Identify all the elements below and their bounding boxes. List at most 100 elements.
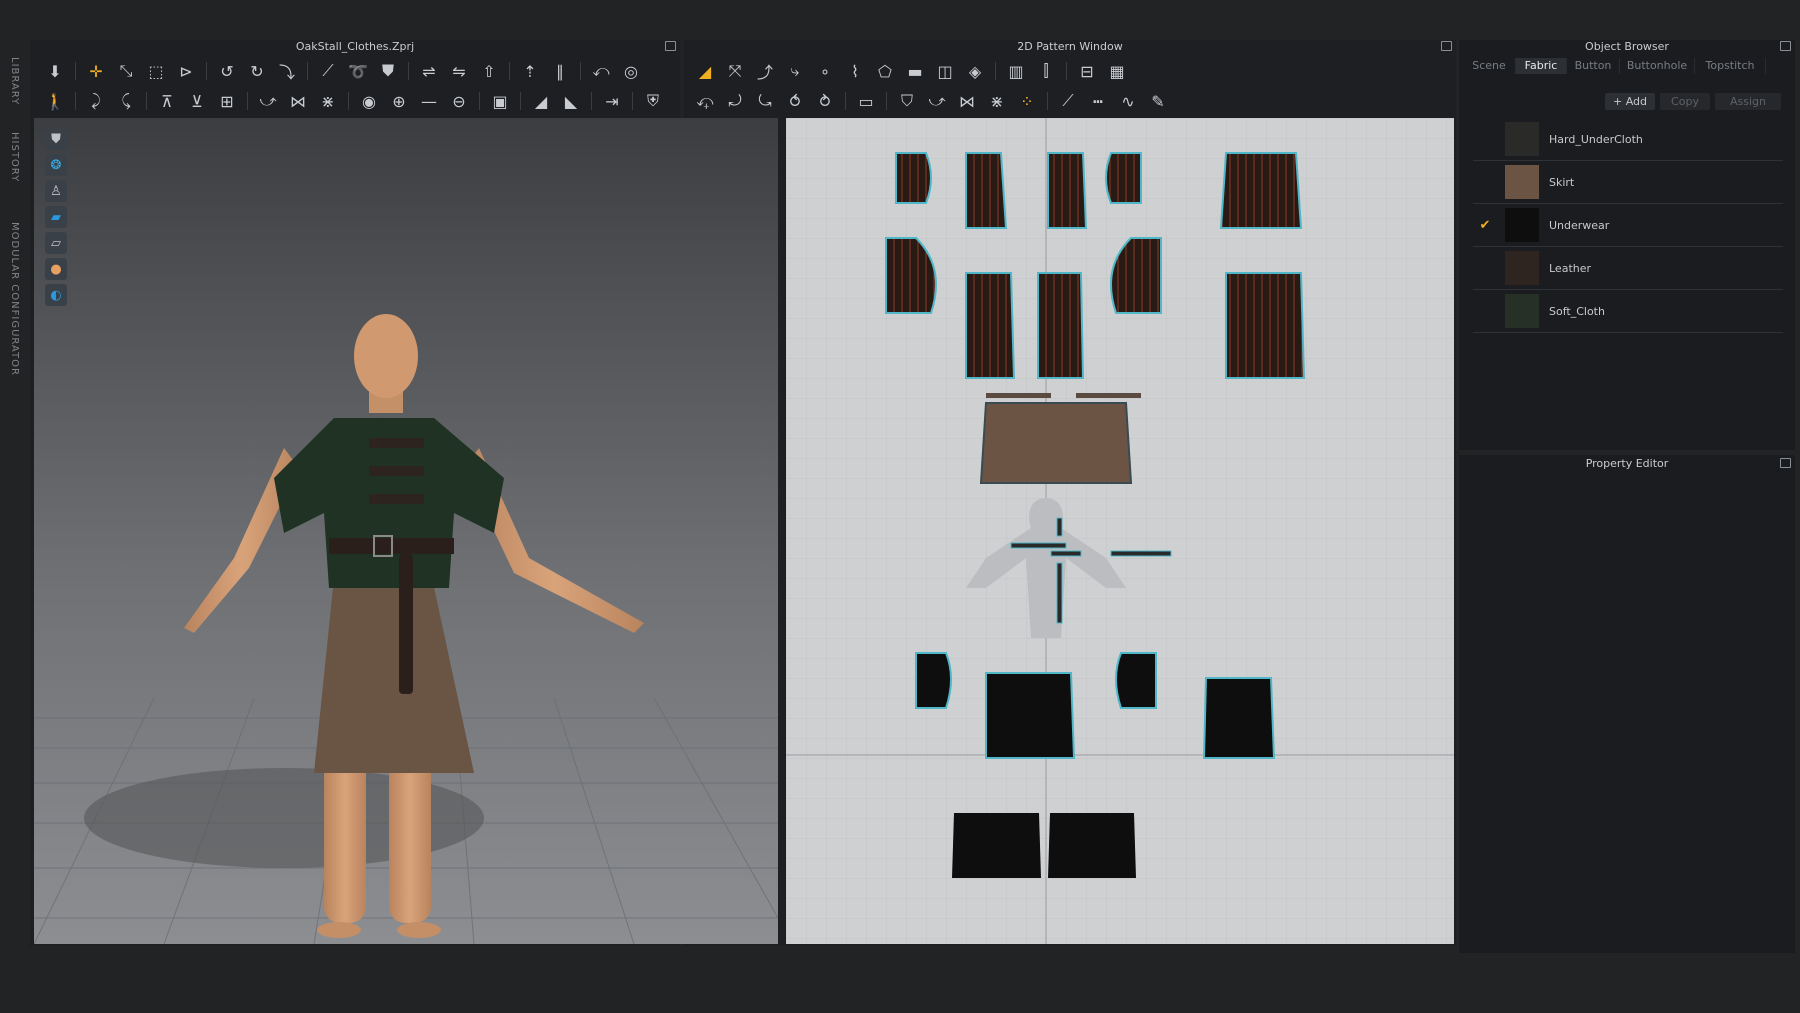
- flip-icon[interactable]: ⛨: [640, 89, 666, 113]
- grid-icon[interactable]: ▦: [1104, 59, 1130, 83]
- check-icon: ✔: [1479, 217, 1491, 233]
- pattern-canvas[interactable]: [786, 118, 1454, 944]
- m-n-sew-icon[interactable]: ⥀: [782, 89, 808, 113]
- avatar-pose-icon[interactable]: 🚶: [42, 89, 68, 113]
- pin-2d-icon[interactable]: ⤻: [924, 89, 950, 113]
- button-2d-icon[interactable]: ⁘: [1014, 89, 1040, 113]
- orbit-icon[interactable]: ◎: [618, 59, 644, 83]
- tack-2d-icon[interactable]: ⛉: [894, 89, 920, 113]
- tab-scene[interactable]: Scene: [1463, 58, 1516, 74]
- pin-point-icon[interactable]: ⊞: [214, 89, 240, 113]
- tab-button[interactable]: Button: [1567, 58, 1620, 74]
- tack-icon[interactable]: ⊳: [173, 59, 199, 83]
- tab-buttonhole[interactable]: Buttonhole: [1620, 58, 1695, 74]
- box-select-icon[interactable]: ⬚: [143, 59, 169, 83]
- trace-icon[interactable]: ⋈: [954, 89, 980, 113]
- material-row-hard-undercloth[interactable]: Hard_UnderCloth: [1473, 118, 1783, 161]
- add-point-icon[interactable]: ∘: [812, 59, 838, 83]
- internal-polygon-icon[interactable]: ◈: [962, 59, 988, 83]
- scale-icon[interactable]: ◢: [528, 89, 554, 113]
- curve-point-icon[interactable]: ⤴: [752, 59, 778, 83]
- line-icon[interactable]: ⇌: [416, 59, 442, 83]
- edit-avatar-icon[interactable]: ⤸: [83, 89, 109, 113]
- fold-down-icon[interactable]: ⤵: [274, 59, 300, 83]
- ellipse-icon[interactable]: ◫: [932, 59, 958, 83]
- measure-icon[interactable]: ⤹: [113, 89, 139, 113]
- sync-icon[interactable]: ⋇: [984, 89, 1010, 113]
- fold-arrange-icon[interactable]: ↻: [244, 59, 270, 83]
- button-icon[interactable]: ◉: [356, 89, 382, 113]
- arrange-icon[interactable]: ⇧: [476, 59, 502, 83]
- maximize-icon[interactable]: [1441, 41, 1452, 51]
- texture-icon[interactable]: ▰: [45, 206, 67, 228]
- dart-icon[interactable]: ▥: [1003, 59, 1029, 83]
- dashed-line-icon[interactable]: ┅: [1085, 89, 1111, 113]
- add-fabric-button[interactable]: + Add: [1605, 93, 1655, 110]
- zip-icon[interactable]: ⋈: [285, 89, 311, 113]
- tape-icon[interactable]: ⊻: [184, 89, 210, 113]
- shirt-icon[interactable]: ⛊: [375, 59, 401, 83]
- hook-icon[interactable]: ⋇: [315, 89, 341, 113]
- move-icon[interactable]: ✛: [83, 59, 109, 83]
- copy-fabric-button[interactable]: Copy: [1660, 93, 1710, 110]
- line-draw-icon[interactable]: —: [416, 89, 442, 113]
- topstitch-icon[interactable]: ⊕: [386, 89, 412, 113]
- cut-icon[interactable]: ⌇: [842, 59, 868, 83]
- modular-configurator-tab[interactable]: MODULAR CONFIGURATOR: [9, 222, 20, 376]
- particle-icon[interactable]: ❂: [45, 154, 67, 176]
- hide-icon[interactable]: ◣: [558, 89, 584, 113]
- material-row-underwear[interactable]: ✔ Underwear: [1473, 204, 1783, 247]
- environment-icon[interactable]: ◐: [45, 284, 67, 306]
- shape-icon[interactable]: ⇋: [446, 59, 472, 83]
- garment-icon[interactable]: ⛊: [45, 128, 67, 150]
- free-sew-icon[interactable]: ⤿: [752, 89, 778, 113]
- pin-icon[interactable]: ⟋: [315, 59, 341, 83]
- pleat-icon[interactable]: ⫿: [1033, 59, 1059, 83]
- maximize-icon[interactable]: [1780, 41, 1791, 51]
- arrange-alt-icon[interactable]: ⇡: [517, 59, 543, 83]
- material-swatch: [1505, 208, 1539, 242]
- lock-icon[interactable]: ▣: [487, 89, 513, 113]
- fabric-icon[interactable]: ▱: [45, 232, 67, 254]
- curvature-icon[interactable]: ⤷: [782, 59, 808, 83]
- grain-icon[interactable]: ⊟: [1074, 59, 1100, 83]
- sewing-icon[interactable]: ∥: [547, 59, 573, 83]
- brush-icon[interactable]: ⤻: [255, 89, 281, 113]
- polygon-icon[interactable]: ⬠: [872, 59, 898, 83]
- tab-fabric[interactable]: Fabric: [1516, 58, 1567, 74]
- fold-2d-icon[interactable]: ▭: [853, 89, 879, 113]
- rectangle-icon[interactable]: ▬: [902, 59, 928, 83]
- library-tab[interactable]: LIBRARY: [9, 57, 20, 105]
- strap-icon[interactable]: ➰: [345, 59, 371, 83]
- pen-icon[interactable]: ✎: [1145, 89, 1171, 113]
- pattern-window-title: 2D Pattern Window: [1017, 40, 1123, 53]
- material-row-soft-cloth[interactable]: Soft_Cloth: [1473, 290, 1783, 333]
- avatar-icon[interactable]: ♙: [45, 180, 67, 202]
- fold-icon[interactable]: ↺: [214, 59, 240, 83]
- select-mesh-icon[interactable]: ⬇: [42, 59, 68, 83]
- maximize-icon[interactable]: [1780, 458, 1791, 468]
- annotation-icon[interactable]: ⟋: [1055, 89, 1081, 113]
- edit-sewing-icon[interactable]: ⤽: [692, 89, 718, 113]
- material-name: Skirt: [1549, 175, 1575, 189]
- material-name: Soft_Cloth: [1549, 304, 1605, 318]
- viewport-3d-scene[interactable]: [34, 118, 778, 944]
- material-row-leather[interactable]: Leather: [1473, 247, 1783, 290]
- wave-icon[interactable]: ∿: [1115, 89, 1141, 113]
- edit-pattern-icon[interactable]: ◢: [692, 59, 718, 83]
- material-name: Underwear: [1549, 218, 1610, 232]
- garment-fit-icon[interactable]: ⊼: [154, 89, 180, 113]
- segment-sew-icon[interactable]: ⤾: [722, 89, 748, 113]
- buttonhole-icon[interactable]: ⊖: [446, 89, 472, 113]
- skin-icon[interactable]: ●: [45, 258, 67, 280]
- assign-fabric-button[interactable]: Assign: [1715, 93, 1781, 110]
- cycle-icon[interactable]: ⤺: [588, 59, 614, 83]
- material-row-skirt[interactable]: Skirt: [1473, 161, 1783, 204]
- align-icon[interactable]: ⇥: [599, 89, 625, 113]
- history-tab[interactable]: HISTORY: [9, 132, 20, 182]
- check-sew-icon[interactable]: ⥁: [812, 89, 838, 113]
- transform-icon[interactable]: ⤡: [113, 59, 139, 83]
- transform-pattern-icon[interactable]: ⤧: [722, 59, 748, 83]
- tab-topstitch[interactable]: Topstitch: [1695, 58, 1766, 74]
- maximize-icon[interactable]: [665, 41, 676, 51]
